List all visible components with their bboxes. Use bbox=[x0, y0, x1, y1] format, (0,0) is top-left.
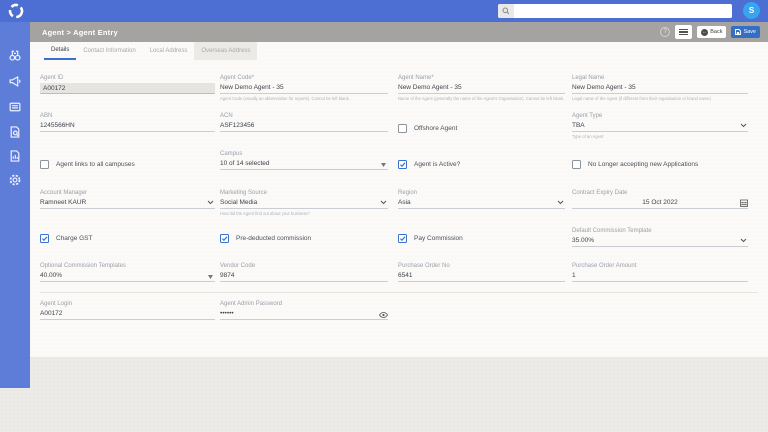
pre-deducted-commission-checkbox[interactable] bbox=[220, 234, 229, 243]
agent-name-input[interactable] bbox=[398, 82, 565, 94]
field-acn: ACN bbox=[220, 112, 388, 132]
chevron-down-icon bbox=[740, 123, 747, 128]
purchase-order-no-input[interactable] bbox=[398, 270, 565, 282]
tab-local-address[interactable]: Local Address bbox=[143, 42, 195, 60]
tab-bar: Details Contact Information Local Addres… bbox=[30, 42, 768, 60]
agent-admin-password-input[interactable] bbox=[220, 308, 388, 320]
breadcrumb-title: Agent > Agent Entry bbox=[42, 27, 118, 37]
section-divider bbox=[40, 292, 758, 293]
topbar: S bbox=[0, 0, 768, 22]
legal-name-input[interactable] bbox=[572, 82, 748, 94]
calendar-icon[interactable] bbox=[740, 199, 748, 207]
agent-id-input[interactable] bbox=[40, 83, 215, 94]
agent-code-input[interactable] bbox=[220, 82, 388, 94]
abn-input[interactable] bbox=[40, 120, 215, 132]
agent-login-input[interactable] bbox=[40, 308, 215, 320]
back-button[interactable]: ← Back bbox=[697, 26, 727, 38]
sidebar-nav bbox=[0, 22, 30, 388]
offshore-agent-checkbox-row[interactable]: Offshore Agent bbox=[398, 124, 457, 133]
binoculars-icon[interactable] bbox=[8, 48, 22, 62]
acn-input[interactable] bbox=[220, 120, 388, 132]
eye-icon[interactable] bbox=[379, 312, 388, 318]
app-logo-icon[interactable] bbox=[7, 2, 25, 20]
pre-deducted-commission-checkbox-row[interactable]: Pre-deducted commission bbox=[220, 234, 311, 243]
back-arrow-icon: ← bbox=[701, 28, 709, 36]
megaphone-icon[interactable] bbox=[8, 74, 22, 88]
field-agent-code: Agent Code* Agent Code (usually an abbre… bbox=[220, 74, 388, 102]
field-agent-login: Agent Login bbox=[40, 300, 215, 320]
field-account-manager: Account Manager Ramneet KAUR bbox=[40, 189, 215, 209]
agent-type-select[interactable]: TBA bbox=[572, 120, 748, 132]
dropdown-triangle-icon bbox=[381, 163, 386, 167]
field-campus: Campus 10 of 14 selected bbox=[220, 150, 388, 170]
field-agent-id: Agent ID bbox=[40, 74, 215, 94]
settings-gear-icon[interactable] bbox=[8, 173, 22, 187]
vendor-code-input[interactable] bbox=[220, 270, 388, 282]
search-icon bbox=[498, 4, 514, 18]
field-purchase-order-amount: Purchase Order Amount bbox=[572, 262, 748, 282]
tab-overseas-address[interactable]: Overseas Address bbox=[194, 42, 258, 60]
hamburger-menu-button[interactable] bbox=[675, 25, 693, 39]
dropdown-triangle-icon bbox=[208, 275, 213, 279]
campus-multiselect[interactable]: 10 of 14 selected bbox=[220, 158, 388, 170]
chevron-down-icon bbox=[740, 238, 747, 243]
document-search-icon[interactable] bbox=[8, 125, 22, 139]
field-abn: ABN bbox=[40, 112, 215, 132]
chevron-down-icon bbox=[380, 200, 387, 205]
agent-active-checkbox-row[interactable]: Agent is Active? bbox=[398, 160, 460, 169]
field-agent-type: Agent Type TBA Type of an Agent bbox=[572, 112, 748, 140]
pay-commission-checkbox[interactable] bbox=[398, 234, 407, 243]
field-legal-name: Legal Name Legal name of the Agent (if d… bbox=[572, 74, 748, 102]
field-vendor-code: Vendor Code bbox=[220, 262, 388, 282]
tab-details[interactable]: Details bbox=[44, 42, 77, 60]
field-agent-admin-password: Agent Admin Password bbox=[220, 300, 388, 320]
charge-gst-checkbox-row[interactable]: Charge GST bbox=[40, 234, 93, 243]
tab-contact-information[interactable]: Contact Information bbox=[76, 42, 142, 60]
chevron-down-icon bbox=[207, 200, 214, 205]
save-floppy-icon bbox=[735, 29, 742, 35]
links-all-campuses-checkbox[interactable] bbox=[40, 160, 49, 169]
region-select[interactable]: Asia bbox=[398, 197, 565, 209]
global-search bbox=[498, 4, 732, 18]
book-icon[interactable] bbox=[8, 100, 22, 114]
account-manager-select[interactable]: Ramneet KAUR bbox=[40, 197, 215, 209]
field-marketing-source: Marketing Source Social Media How did th… bbox=[220, 189, 388, 217]
page-header: Agent > Agent Entry ? ← Back Save bbox=[30, 22, 768, 42]
help-icon[interactable]: ? bbox=[660, 27, 671, 37]
contract-expiry-date-input[interactable] bbox=[572, 197, 748, 209]
default-commission-template-select[interactable]: 35.00% bbox=[572, 235, 748, 247]
offshore-agent-checkbox[interactable] bbox=[398, 124, 407, 133]
field-default-commission-template: Default Commission Template 35.00% bbox=[572, 227, 748, 247]
header-actions: ? ← Back Save bbox=[660, 22, 760, 42]
global-search-input[interactable] bbox=[514, 4, 732, 18]
purchase-order-amount-input[interactable] bbox=[572, 270, 748, 282]
optional-commission-templates-select[interactable]: 40.00% bbox=[40, 270, 215, 282]
field-region: Region Asia bbox=[398, 189, 565, 209]
save-button[interactable]: Save bbox=[731, 26, 760, 38]
user-avatar[interactable]: S bbox=[743, 2, 760, 19]
field-agent-name: Agent Name* Name of the Agent (generally… bbox=[398, 74, 565, 102]
field-contract-expiry-date: Contract Expiry Date bbox=[572, 189, 748, 209]
marketing-source-select[interactable]: Social Media bbox=[220, 197, 388, 209]
content-card: Details Contact Information Local Addres… bbox=[30, 42, 768, 357]
document-report-icon[interactable] bbox=[8, 149, 22, 163]
agent-active-checkbox[interactable] bbox=[398, 160, 407, 169]
chevron-down-icon bbox=[557, 200, 564, 205]
no-new-applications-checkbox[interactable] bbox=[572, 160, 581, 169]
app-window: S Agent > Agent Entry ? ← Back Save Deta… bbox=[0, 0, 768, 432]
field-optional-commission-templates: Optional Commission Templates 40.00% bbox=[40, 262, 215, 282]
charge-gst-checkbox[interactable] bbox=[40, 234, 49, 243]
field-purchase-order-no: Purchase Order No bbox=[398, 262, 565, 282]
links-all-campuses-checkbox-row[interactable]: Agent links to all campuses bbox=[40, 160, 135, 169]
no-new-applications-checkbox-row[interactable]: No Longer accepting new Applications bbox=[572, 160, 698, 169]
pay-commission-checkbox-row[interactable]: Pay Commission bbox=[398, 234, 463, 243]
